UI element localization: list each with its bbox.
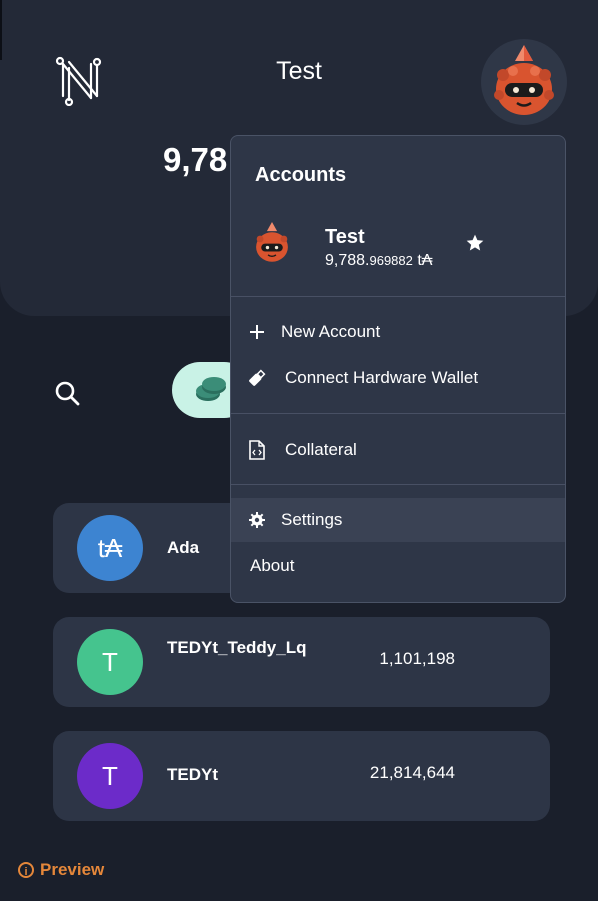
asset-icon: t₳ <box>77 515 143 581</box>
accounts-menu-title: Accounts <box>255 164 347 186</box>
gear-icon <box>247 510 267 530</box>
account-balance: 9,788.969882 t₳ <box>325 252 432 270</box>
settings-label: Settings <box>281 510 343 529</box>
accounts-menu: Accounts Test 9,788.969882 t₳ New Accoun… <box>230 135 566 603</box>
account-avatar-button[interactable] <box>481 39 567 125</box>
robot-avatar-icon <box>256 222 288 262</box>
asset-amount: 1,101,198 <box>379 649 455 668</box>
asset-icon: T <box>77 629 143 695</box>
menu-divider <box>231 484 565 485</box>
asset-icon: T <box>77 743 143 809</box>
preview-label: Preview <box>40 860 105 879</box>
plus-icon <box>247 322 267 342</box>
asset-row-tedyt[interactable]: T TEDYt 21,814,644 <box>53 731 550 821</box>
about-menu-item[interactable]: About <box>231 544 565 588</box>
menu-divider <box>231 413 565 414</box>
new-account-label: New Account <box>281 322 381 341</box>
asset-name: TEDYt_Teddy_Lq <box>167 638 307 657</box>
account-balance-decimals: 969882 <box>369 253 413 268</box>
total-balance: 9,78 <box>163 141 228 178</box>
connect-hardware-wallet-label: Connect Hardware Wallet <box>285 368 479 387</box>
menu-divider <box>231 296 565 297</box>
connect-hardware-wallet-menu-item[interactable]: Connect Hardware Wallet <box>231 356 565 400</box>
account-balance-currency: t₳ <box>417 252 433 269</box>
about-label: About <box>250 556 295 575</box>
new-account-menu-item[interactable]: New Account <box>231 310 565 354</box>
window-edge <box>0 0 2 60</box>
usb-icon <box>247 368 267 388</box>
coins-icon <box>196 377 226 401</box>
star-icon <box>466 234 484 251</box>
account-name[interactable]: Test <box>325 226 365 249</box>
file-code-icon <box>247 440 267 460</box>
collateral-label: Collateral <box>285 440 357 459</box>
info-icon: i <box>18 862 34 878</box>
asset-amount: 21,814,644 <box>369 763 455 782</box>
account-balance-main: 9,788. <box>325 252 370 269</box>
preview-link[interactable]: i Preview <box>18 860 104 880</box>
settings-menu-item[interactable]: Settings <box>231 498 565 542</box>
robot-avatar-icon <box>494 45 554 115</box>
collateral-menu-item[interactable]: Collateral <box>231 428 565 472</box>
search-icon[interactable] <box>53 379 81 407</box>
asset-row-tedyt-teddy-lq[interactable]: T TEDYt_Teddy_Lq 1,101,198 <box>53 617 550 707</box>
asset-name: TEDYt <box>167 765 218 784</box>
